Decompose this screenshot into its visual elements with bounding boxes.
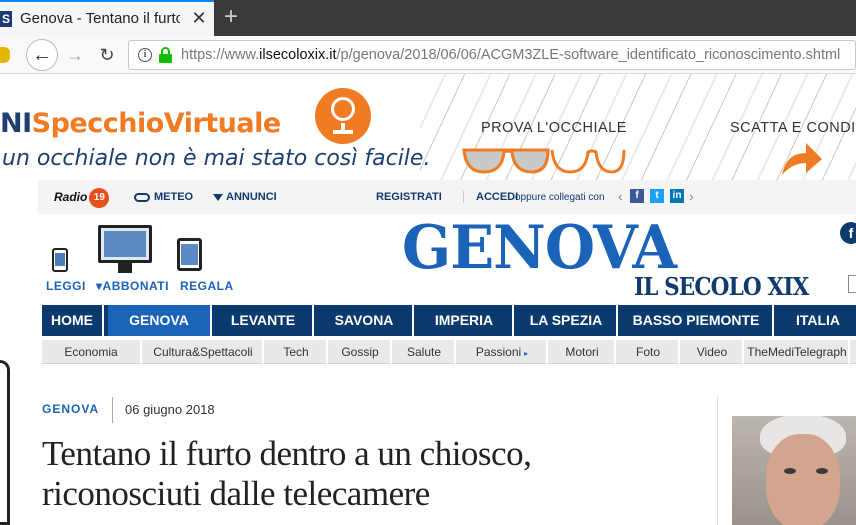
linkedin-icon[interactable]: in [670, 189, 684, 203]
radio-label: Radio [54, 190, 88, 205]
mirror-icon [315, 88, 371, 144]
social-prev-icon[interactable]: ‹ [618, 188, 623, 204]
social-login-text: oppure collegati con [515, 192, 605, 203]
nav-item-basso-piemonte[interactable]: BASSO PIEMONTE [620, 305, 774, 336]
ad-slogan: un occhiale non è mai stato così facile. [2, 146, 431, 171]
secure-lock-icon [159, 47, 172, 63]
nav-item-la-spezia[interactable]: LA SPEZIA [516, 305, 618, 336]
article-section-tag[interactable]: GENOVA [42, 402, 99, 416]
registrati-link[interactable]: REGISTRATI [376, 191, 442, 203]
subnav-item-motori[interactable]: Motori [550, 340, 616, 364]
leggi-link[interactable]: LEGGI [46, 279, 86, 293]
ad-phone-frame [0, 360, 10, 525]
tab-title: Genova - Tentano il furto [20, 10, 180, 27]
accedi-link[interactable]: ACCEDI [463, 191, 518, 203]
subnav-item-foto[interactable]: Foto [618, 340, 680, 364]
abbonati-link[interactable]: ▾ABBONATI [96, 279, 169, 293]
annunci-label: ANNUNCI [226, 191, 277, 203]
radio19-logo[interactable]: Radio 19 [54, 188, 110, 208]
nav-item-imperia[interactable]: IMPERIA [416, 305, 514, 336]
ad-shoot-label: SCATTA E CONDIVIDI [730, 120, 856, 136]
subnav-item-tech[interactable]: Tech [266, 340, 328, 364]
site-favicon-icon: S [0, 11, 12, 27]
radio-number: 19 [89, 188, 110, 208]
ad-brand-title: NISpecchioVirtuale [0, 108, 281, 139]
desktop-monitor-icon[interactable] [98, 225, 152, 273]
new-tab-button[interactable]: + [220, 5, 242, 29]
meteo-link[interactable]: METEO [134, 191, 193, 203]
share-arrow-icon [782, 143, 822, 175]
address-bar[interactable]: i https://www.ilsecoloxix.it/p/genova/20… [128, 40, 856, 70]
url-text[interactable]: https://www.ilsecoloxix.it/p/genova/2018… [181, 47, 840, 63]
article-date: 06 giugno 2018 [125, 402, 215, 417]
subnav-item-passioni[interactable]: Passioni ▸ [458, 340, 548, 364]
ad-try-label: PROVA L'OCCHIALE [481, 120, 627, 136]
browser-tab-bar: S Genova - Tentano il furto ✕ + [0, 0, 856, 36]
article-title: Tentano il furto dentro a un chiosco, ri… [42, 434, 532, 513]
sidebar-photo[interactable] [732, 416, 856, 525]
social-next-icon[interactable]: › [689, 188, 694, 204]
site-top-bar: Radio 19 METEO ANNUNCI REGISTRATI ACCEDI … [38, 180, 856, 214]
eyeglasses-icon [462, 148, 626, 174]
annunci-link[interactable]: ANNUNCI [213, 191, 277, 203]
ad-brand-name: SpecchioVirtuale [31, 108, 282, 139]
subnav-passioni-label: Passioni [475, 345, 522, 359]
ad-banner[interactable]: NISpecchioVirtuale un occhiale non è mai… [0, 74, 856, 180]
page-content: Radio 19 METEO ANNUNCI REGISTRATI ACCEDI … [38, 180, 856, 525]
twitter-icon[interactable]: t [650, 189, 664, 203]
search-input[interactable] [848, 275, 856, 293]
meteo-label: METEO [154, 191, 194, 203]
masthead-paper-name[interactable]: IL SECOLO XIX [634, 272, 809, 301]
nav-item-italia[interactable]: ITALIA [776, 305, 856, 336]
sub-navigation: Economia Cultura&Spettacoli Tech Gossip … [42, 340, 856, 364]
browser-tab[interactable]: S Genova - Tentano il furto ✕ [0, 0, 214, 36]
nav-item-home[interactable]: HOME [42, 305, 104, 336]
tablet-icon[interactable] [177, 238, 202, 271]
subnav-item-cultura[interactable]: Cultura&Spettacoli [144, 340, 264, 364]
nav-item-levante[interactable]: LEVANTE [214, 305, 314, 336]
facebook-icon[interactable]: f [630, 189, 644, 203]
regala-link[interactable]: REGALA [180, 279, 234, 293]
smartphone-icon[interactable] [52, 248, 68, 272]
ad-brand-prefix: NI [0, 108, 32, 139]
forward-button[interactable]: → [64, 44, 86, 66]
cloud-icon [134, 192, 150, 202]
subnav-item-themeditelegraph[interactable]: TheMediTelegraph [746, 340, 850, 364]
subnav-item-economia[interactable]: Economia [42, 340, 142, 364]
extension-icon[interactable] [0, 47, 10, 63]
masthead-city[interactable]: GENOVA [402, 216, 677, 280]
subnav-item-gossip[interactable]: Gossip [330, 340, 392, 364]
subnav-item-salute[interactable]: Salute [394, 340, 456, 364]
nav-item-savona[interactable]: SAVONA [316, 305, 414, 336]
divider [112, 397, 113, 423]
main-navigation: HOME GENOVA LEVANTE SAVONA IMPERIA LA SP… [42, 305, 856, 336]
column-divider [717, 396, 718, 525]
subnav-item-video[interactable]: Video [682, 340, 744, 364]
dropdown-triangle-icon [213, 193, 223, 201]
submenu-arrow-icon: ▸ [524, 349, 529, 358]
browser-nav-bar: ← → ↻ i https://www.ilsecoloxix.it/p/gen… [0, 36, 856, 74]
back-button[interactable]: ← [26, 39, 58, 71]
url-prefix: https://www. [181, 47, 260, 63]
tab-close-icon[interactable]: ✕ [188, 7, 210, 29]
url-path: /p/genova/2018/06/06/ACGM3ZLE-software_i… [336, 47, 841, 63]
nav-item-genova[interactable]: GENOVA [108, 305, 212, 336]
url-domain: ilsecoloxix.it [259, 47, 337, 63]
facebook-round-icon[interactable]: f [840, 222, 856, 244]
reload-button[interactable]: ↻ [96, 44, 118, 66]
site-info-icon[interactable]: i [138, 48, 152, 62]
